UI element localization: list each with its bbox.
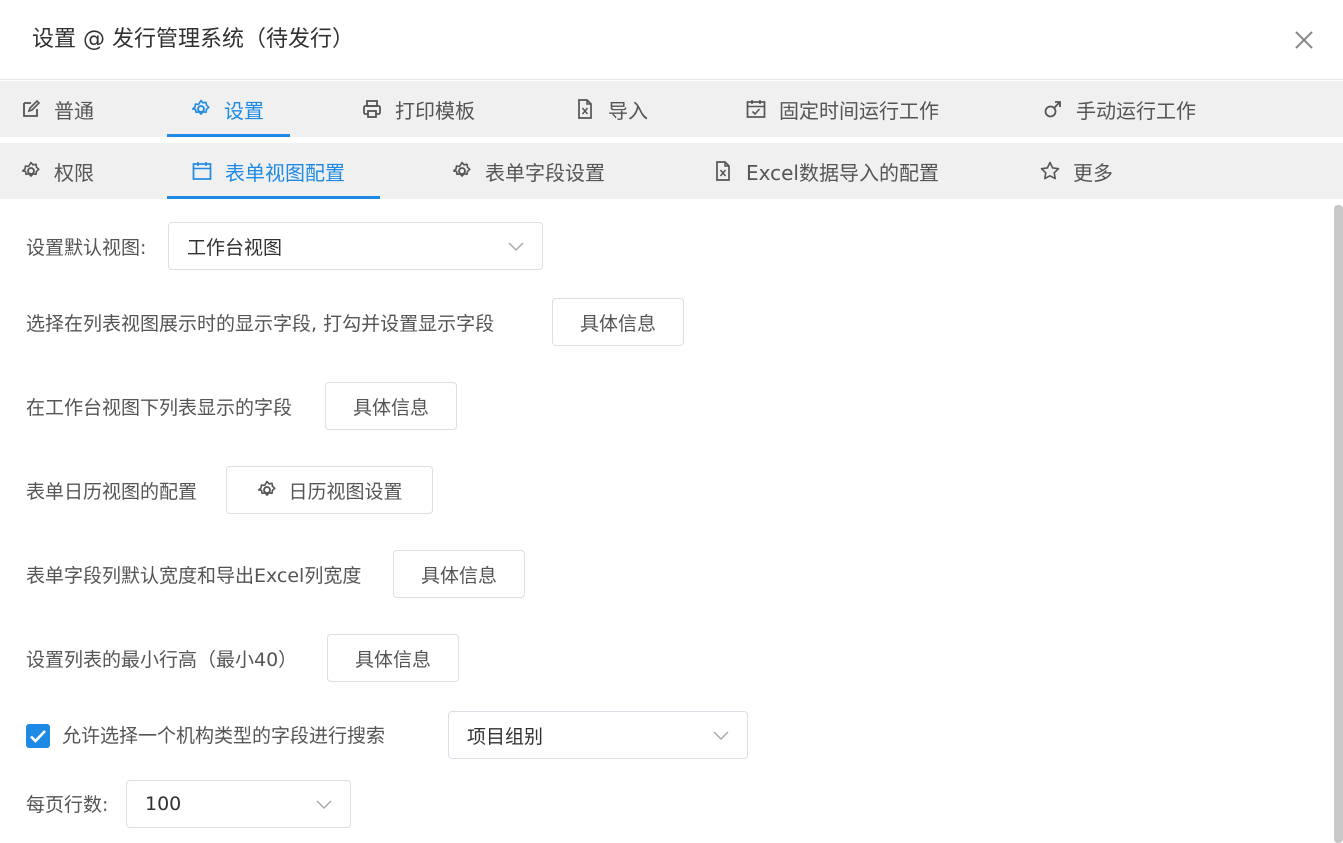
workbench-list-fields-row: 在工作台视图下列表显示的字段: [26, 395, 292, 421]
tab-label: 设置: [224, 98, 264, 123]
default-view-value: 工作台视图: [187, 236, 283, 259]
gear-icon: [21, 161, 40, 177]
calendar-view-row: 表单日历视图的配置: [26, 479, 197, 505]
tab-settings[interactable]: 设置: [167, 81, 290, 137]
dialog-header: 设置 @ 发行管理系统（待发行）: [0, 0, 1343, 80]
tab-label: 手动运行工作: [1076, 98, 1196, 123]
org-search-field-value: 项目组别: [467, 725, 544, 748]
male-symbol-icon: [1044, 101, 1061, 118]
active-tab-indicator: [167, 196, 380, 199]
min-row-height-label: 设置列表的最小行高（最小40）: [26, 649, 298, 671]
tab-label: Excel数据导入的配置: [746, 160, 939, 185]
tab-label: 权限: [54, 160, 94, 185]
excel-file-icon: [578, 99, 592, 119]
check-icon: [30, 730, 46, 743]
calendar-view-settings-label: 日历视图设置: [288, 480, 403, 503]
tab-import[interactable]: 导入: [574, 81, 648, 137]
page-size-value: 100: [145, 793, 182, 815]
tab-bar-secondary: 权限 表单视图配置 表单字段设置 Excel数据导入的配置 更多: [0, 143, 1343, 199]
min-row-height-detail-button[interactable]: 具体信息: [327, 634, 459, 682]
page-size-select[interactable]: 100: [126, 780, 351, 828]
org-search-checkbox[interactable]: [26, 724, 50, 748]
default-view-label: 设置默认视图:: [26, 237, 147, 259]
calendar-view-label: 表单日历视图的配置: [26, 481, 198, 503]
chevron-down-icon: [508, 242, 524, 252]
scrollbar[interactable]: [1334, 205, 1343, 843]
list-display-fields-detail-button[interactable]: 具体信息: [552, 298, 684, 346]
min-row-height-row: 设置列表的最小行高（最小40）: [26, 647, 297, 673]
tab-label: 导入: [608, 98, 648, 123]
gear-icon: [258, 480, 277, 496]
tab-form-field-settings[interactable]: 表单字段设置: [451, 143, 605, 199]
page-size-row: 每页行数:: [26, 792, 108, 818]
tab-form-view-config[interactable]: 表单视图配置: [167, 143, 380, 199]
printer-icon: [363, 100, 381, 118]
tab-label: 表单字段设置: [485, 160, 605, 185]
chevron-down-icon: [316, 800, 332, 810]
dialog-title: 设置 @ 发行管理系统（待发行）: [32, 27, 354, 52]
workbench-list-fields-label: 在工作台视图下列表显示的字段: [26, 397, 293, 419]
gear-icon: [191, 99, 210, 115]
star-icon: [1040, 161, 1060, 180]
column-width-row: 表单字段列默认宽度和导出Excel列宽度: [26, 563, 361, 589]
calendar-icon: [192, 162, 212, 180]
org-search-row: 允许选择一个机构类型的字段进行搜索: [62, 723, 385, 749]
tab-label: 普通: [54, 98, 94, 123]
tab-label: 更多: [1073, 160, 1113, 185]
tab-excel-import-config[interactable]: Excel数据导入的配置: [712, 143, 939, 199]
list-display-fields-label: 选择在列表视图展示时的显示字段, 打勾并设置显示字段: [26, 313, 495, 335]
org-search-field-select[interactable]: 项目组别: [448, 711, 748, 759]
calendar-check-icon: [746, 100, 766, 118]
active-tab-indicator: [167, 134, 290, 137]
tab-general[interactable]: 普通: [20, 81, 94, 137]
close-icon[interactable]: [1290, 26, 1318, 54]
tab-label: 固定时间运行工作: [779, 98, 939, 123]
tab-label: 打印模板: [395, 98, 475, 123]
tab-scheduled-jobs[interactable]: 固定时间运行工作: [745, 81, 939, 137]
excel-file-icon: [716, 161, 730, 181]
column-width-label: 表单字段列默认宽度和导出Excel列宽度: [26, 565, 362, 587]
tab-label: 表单视图配置: [225, 160, 345, 185]
list-display-fields-row: 选择在列表视图展示时的显示字段, 打勾并设置显示字段: [26, 311, 494, 337]
gear-icon: [452, 161, 471, 177]
tab-print-template[interactable]: 打印模板: [361, 81, 475, 137]
default-view-select[interactable]: 工作台视图: [168, 222, 543, 270]
tab-more[interactable]: 更多: [1039, 143, 1113, 199]
column-width-detail-button[interactable]: 具体信息: [393, 550, 525, 598]
workbench-list-fields-detail-button[interactable]: 具体信息: [325, 382, 457, 430]
page-size-label: 每页行数:: [26, 794, 109, 816]
org-search-label: 允许选择一个机构类型的字段进行搜索: [62, 725, 386, 747]
calendar-view-settings-button[interactable]: 日历视图设置: [226, 466, 433, 514]
tab-manual-jobs[interactable]: 手动运行工作: [1042, 81, 1196, 137]
chevron-down-icon: [713, 731, 729, 741]
default-view-row: 设置默认视图:: [26, 235, 146, 261]
tab-bar-primary: 普通 设置 打印模板 导入 固定时间运行工作 手动运行工作: [0, 81, 1343, 137]
tab-permissions[interactable]: 权限: [20, 143, 94, 199]
edit-icon: [23, 99, 41, 117]
